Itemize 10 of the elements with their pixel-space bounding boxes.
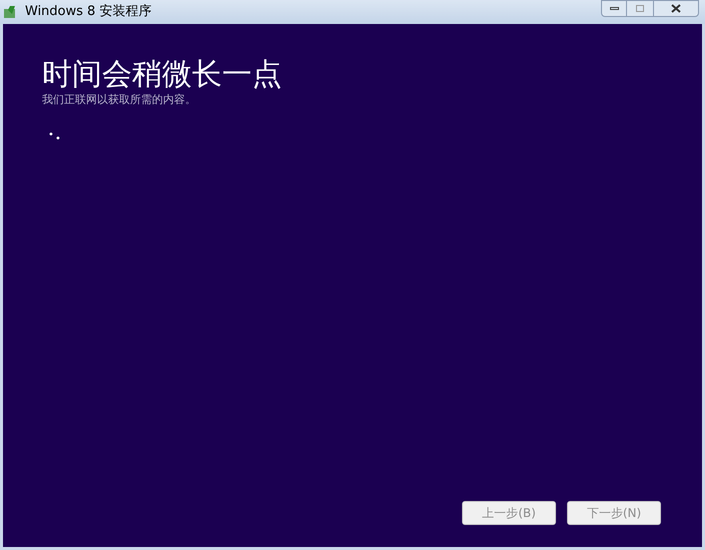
page-heading: 时间会稍微长一点 <box>42 57 283 93</box>
window-title: Windows 8 安装程序 <box>25 3 152 22</box>
page-subtitle: 我们正联网以获取所需的内容。 <box>42 93 197 107</box>
close-icon <box>671 4 681 13</box>
close-button[interactable] <box>653 0 699 17</box>
progress-dots-icon <box>49 132 61 140</box>
minimize-icon <box>610 7 618 10</box>
maximize-icon <box>636 5 644 12</box>
installer-icon <box>3 5 17 19</box>
minimize-button[interactable] <box>601 0 627 17</box>
